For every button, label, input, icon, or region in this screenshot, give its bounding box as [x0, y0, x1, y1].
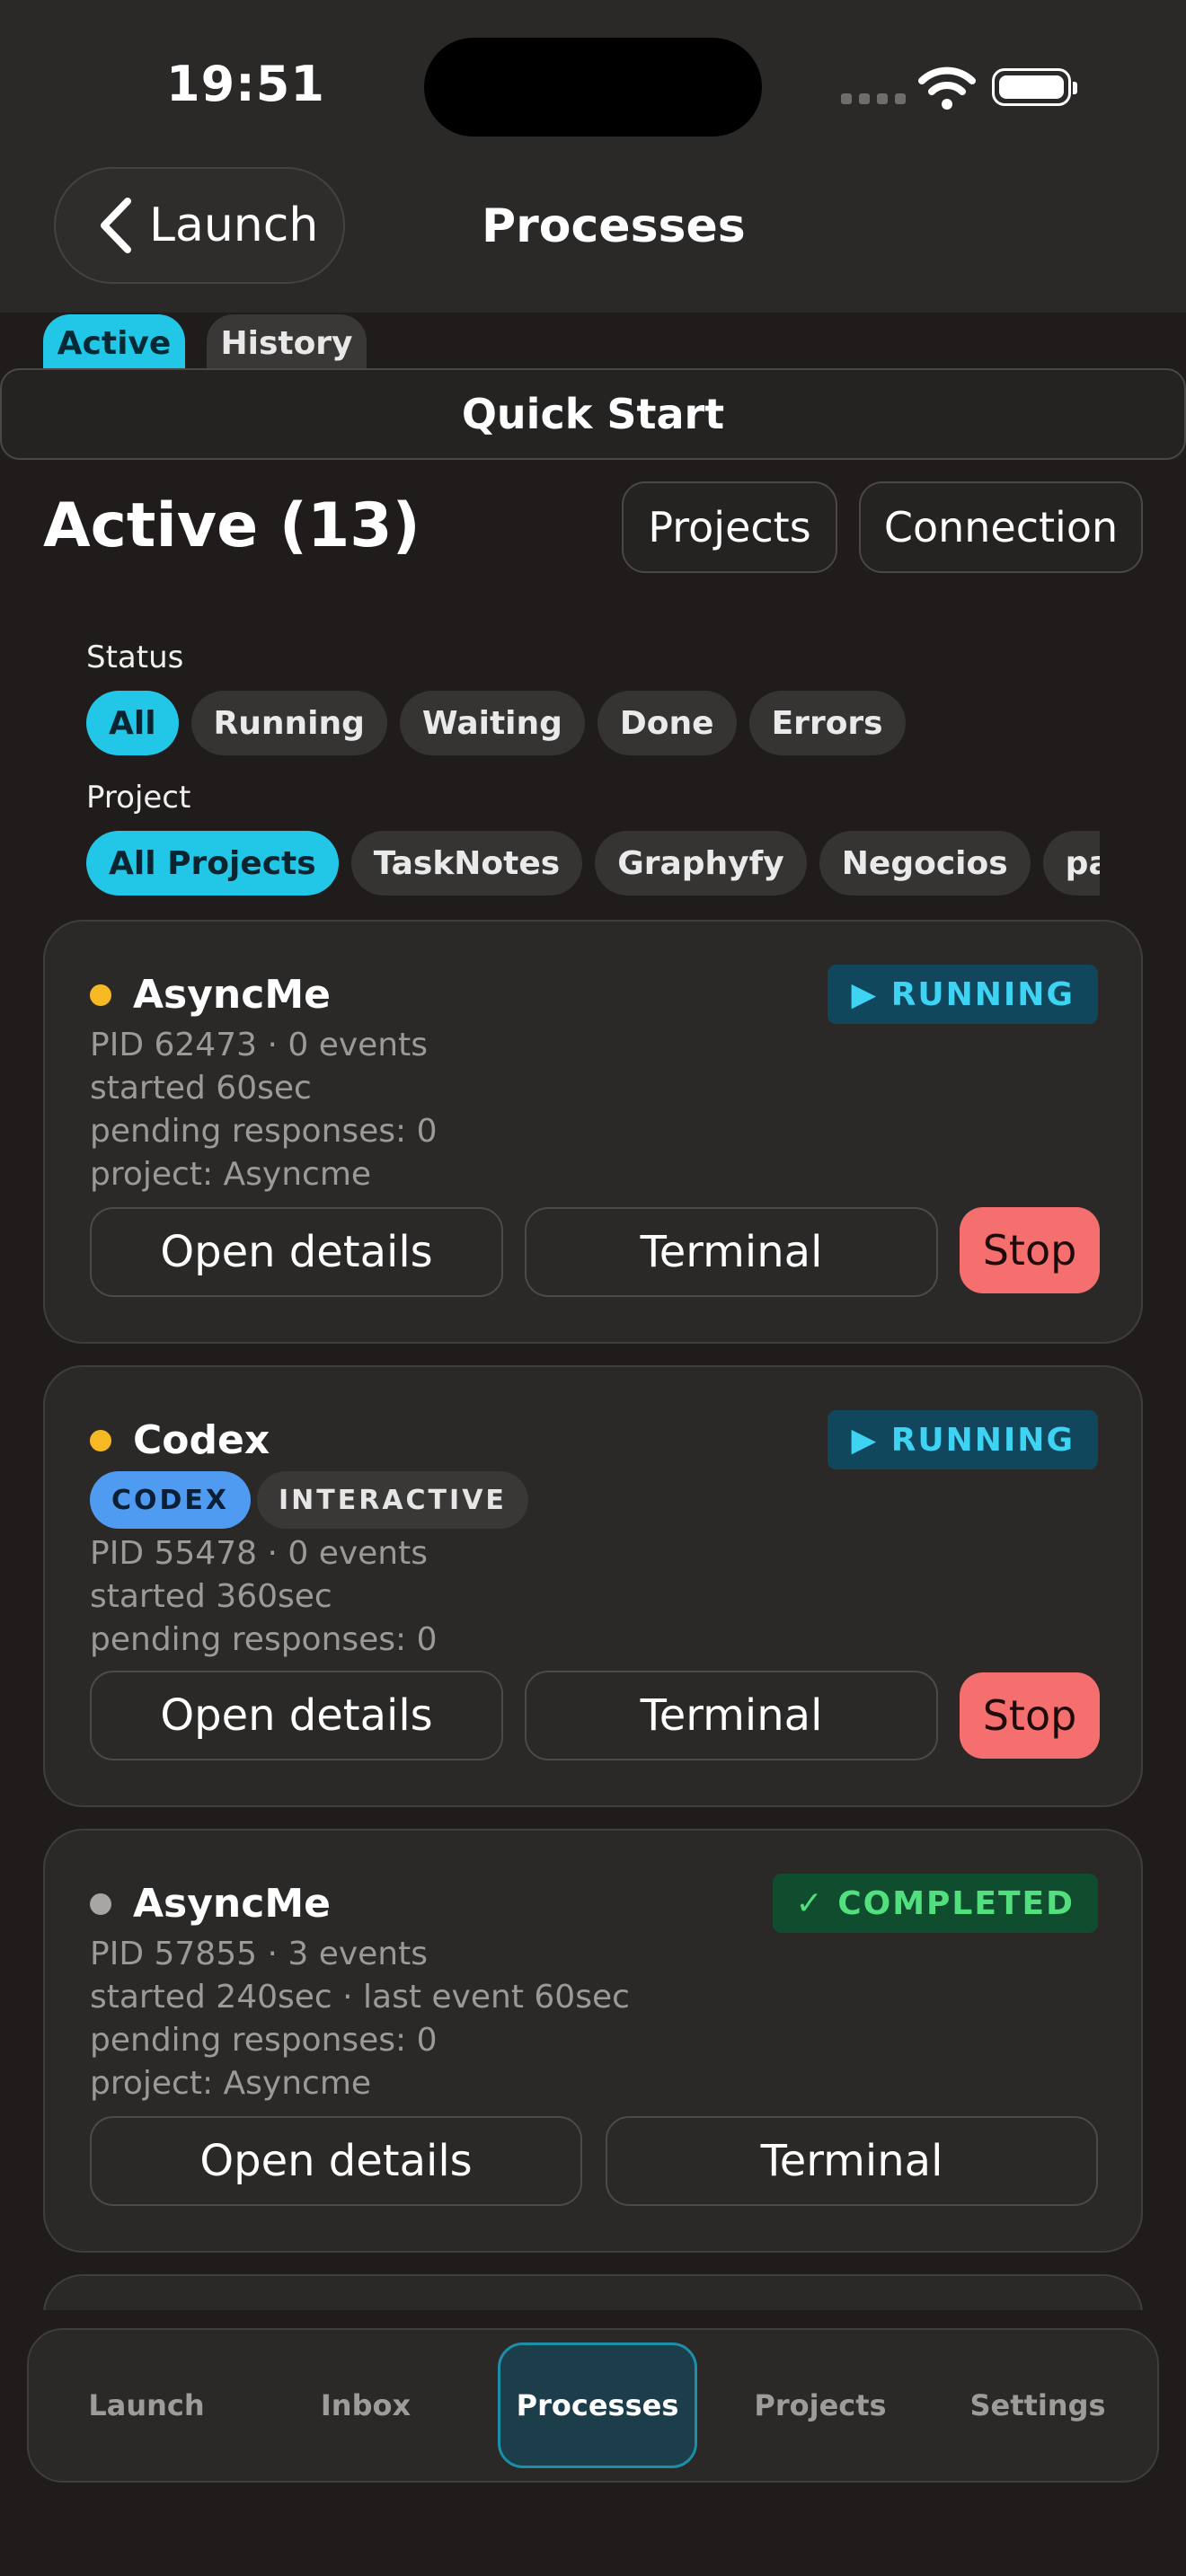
project-filter-chips: All Projects TaskNotes Graphyfy Negocios… — [86, 831, 1100, 895]
dynamic-island — [424, 38, 762, 137]
quick-start-button[interactable]: Quick Start — [0, 368, 1186, 460]
status-time: 19:51 — [166, 56, 325, 112]
status-badge: ▶ RUNNING — [828, 1410, 1098, 1469]
project-chip-negocios[interactable]: Negocios — [819, 831, 1031, 895]
back-button-label: Launch — [149, 198, 319, 252]
tab-active[interactable]: Active — [43, 314, 185, 368]
chevron-left-icon — [101, 198, 131, 253]
terminal-button[interactable]: Terminal — [525, 1671, 938, 1760]
process-card: AsyncMe ▶ RUNNING PID 62473 · 0 events s… — [43, 920, 1143, 1344]
open-details-button[interactable]: Open details — [90, 2116, 582, 2206]
section-title: Active (13) — [43, 490, 420, 561]
pending-responses: pending responses: 0 — [90, 2022, 438, 2059]
started-time: started 60sec — [90, 1070, 312, 1107]
process-name: AsyncMe — [133, 1881, 331, 1927]
process-name: AsyncMe — [133, 972, 331, 1018]
terminal-button[interactable]: Terminal — [606, 2116, 1098, 2206]
project-name: project: Asyncme — [90, 2065, 372, 2102]
project-filter-label: Project — [86, 780, 191, 816]
tag-codex: CODEX — [90, 1471, 252, 1529]
tab-launch[interactable]: Launch — [47, 2330, 246, 2481]
status-badge: ✓ COMPLETED — [772, 1874, 1098, 1933]
process-card: Codex ▶ RUNNING CODEX INTERACTIVE PID 55… — [43, 1365, 1143, 1807]
process-meta: PID 62473 · 0 events started 60sec pendi… — [90, 1024, 438, 1196]
status-chip-running[interactable]: Running — [190, 691, 387, 755]
battery-icon — [992, 68, 1077, 106]
project-chip-all[interactable]: All Projects — [86, 831, 339, 895]
process-meta: PID 57855 · 3 events started 240sec · la… — [90, 1933, 630, 2105]
tab-processes[interactable]: Processes — [498, 2342, 697, 2468]
status-filter-chips: All Running Waiting Done Errors — [86, 691, 1102, 755]
tab-history[interactable]: History — [207, 314, 367, 368]
project-chip-graphyfy[interactable]: Graphyfy — [595, 831, 807, 895]
project-name: project: Asyncme — [90, 1156, 372, 1193]
project-chip-tasknotes[interactable]: TaskNotes — [350, 831, 583, 895]
pending-responses: pending responses: 0 — [90, 1621, 438, 1658]
wifi-icon — [918, 66, 976, 110]
status-chip-errors[interactable]: Errors — [748, 691, 906, 755]
project-chip-paperclip[interactable]: paperclip — [1042, 831, 1100, 895]
page-title: Processes — [482, 199, 746, 253]
tab-inbox[interactable]: Inbox — [266, 2330, 465, 2481]
connection-button[interactable]: Connection — [859, 481, 1143, 573]
tab-bar: Launch Inbox Processes Projects Settings — [27, 2328, 1159, 2483]
tab-settings[interactable]: Settings — [938, 2330, 1137, 2481]
card-clip — [0, 2274, 1186, 2310]
terminal-button[interactable]: Terminal — [525, 1207, 938, 1297]
status-chip-all[interactable]: All — [86, 691, 179, 755]
status-dot — [90, 984, 111, 1006]
status-chip-done[interactable]: Done — [597, 691, 737, 755]
pid-events: PID 57855 · 3 events — [90, 1936, 428, 1972]
status-badge: ▶ RUNNING — [828, 965, 1098, 1024]
stop-button[interactable]: Stop — [960, 1207, 1100, 1293]
open-details-button[interactable]: Open details — [90, 1671, 503, 1760]
started-time: started 360sec — [90, 1578, 332, 1615]
tag-interactive: INTERACTIVE — [257, 1471, 528, 1529]
status-dot — [90, 1893, 111, 1915]
pid-events: PID 62473 · 0 events — [90, 1027, 428, 1063]
pending-responses: pending responses: 0 — [90, 1113, 438, 1150]
stop-button[interactable]: Stop — [960, 1672, 1100, 1759]
back-button[interactable]: Launch — [54, 167, 345, 284]
status-filter-label: Status — [86, 640, 184, 675]
process-name: Codex — [133, 1417, 270, 1463]
pid-events: PID 55478 · 0 events — [90, 1535, 428, 1572]
started-time: started 240sec · last event 60sec — [90, 1979, 630, 2016]
process-card: AsyncMe ✓ COMPLETED PID 57855 · 3 events… — [43, 1829, 1143, 2253]
signal-icon — [841, 93, 906, 104]
projects-button[interactable]: Projects — [622, 481, 837, 573]
tab-projects[interactable]: Projects — [721, 2330, 920, 2481]
process-card-partial — [43, 2274, 1143, 2310]
open-details-button[interactable]: Open details — [90, 1207, 503, 1297]
status-chip-waiting[interactable]: Waiting — [399, 691, 585, 755]
status-dot — [90, 1430, 111, 1451]
process-meta: PID 55478 · 0 events started 360sec pend… — [90, 1532, 438, 1662]
